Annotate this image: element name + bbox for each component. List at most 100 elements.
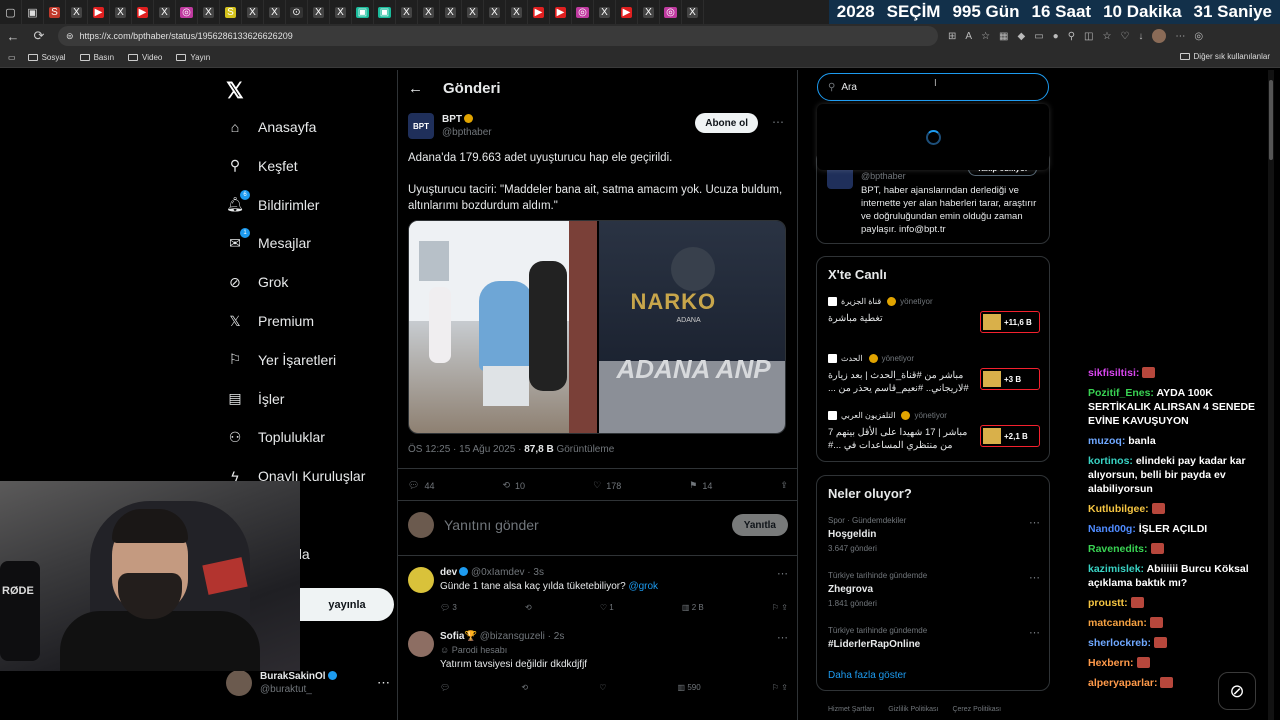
other-favorites[interactable]: Diğer sık kullanılanlar [1179, 52, 1270, 61]
chat-username[interactable]: sikfisiltisi: [1088, 367, 1139, 379]
read-aloud-icon[interactable]: A [965, 31, 972, 42]
copilot-icon[interactable]: ◎ [1194, 31, 1203, 42]
tab-list-icon[interactable]: ▣ [22, 0, 44, 24]
trend-item[interactable]: Spor · Gündemdekiler Hoşgeldin 3.647 gönde… [828, 516, 1040, 553]
downloads-icon[interactable]: ↓ [1138, 31, 1143, 42]
browser-tab[interactable]: X [264, 0, 286, 24]
bookmark-button[interactable]: ⚐ ⇪ [772, 603, 788, 612]
browser-tab[interactable]: S [44, 0, 66, 24]
browser-tab[interactable]: ▶ [616, 0, 638, 24]
sidebar-item-search[interactable]: ⚲ Keşfet [226, 157, 298, 175]
post-time[interactable]: ÖS 12:25 · 15 Ağu 2025 · [408, 444, 524, 455]
chat-username[interactable]: sherlockreb: [1088, 637, 1151, 649]
bookmark-button[interactable]: ⚑ 14 [689, 480, 712, 491]
reply-handle[interactable]: @bizansguzeli · 2s [480, 631, 565, 642]
views-button[interactable]: ▥ 2 B [682, 603, 704, 612]
browser-tab[interactable]: X [484, 0, 506, 24]
browser-tab[interactable]: X [308, 0, 330, 24]
chat-username[interactable]: Ravenedits: [1088, 543, 1148, 555]
url-field[interactable]: ⊜ https://x.com/bpthaber/status/19562861… [58, 26, 938, 46]
live-item[interactable]: قناة الجزيرة yönetiyor تغطية مباشرة +11,6 B [828, 297, 1040, 333]
reply-button[interactable]: 💬︎ 3 [440, 603, 457, 612]
chat-username[interactable]: Kutlubilgee: [1088, 503, 1149, 515]
sidebar-item-people[interactable]: ⚇ Topluluklar [226, 428, 325, 446]
extension-icon[interactable]: ● [1053, 31, 1059, 42]
more-icon[interactable]: ⋯ [1029, 626, 1040, 639]
share-button[interactable]: ⇪ [780, 480, 788, 491]
extension-icon[interactable]: ◆ [1017, 31, 1025, 42]
sidebar-item-bell[interactable]: 🔔︎ 6 Bildirimler [226, 189, 319, 214]
extension-icon[interactable]: ⚲ [1068, 31, 1075, 42]
live-item[interactable]: الحدث yönetiyor مباشر من #قناة_الحدث | بعد… [828, 354, 1040, 395]
star-icon[interactable]: ☆ [981, 31, 990, 42]
sidebar-item-bookmark[interactable]: ⚐ Yer İşaretleri [226, 351, 336, 369]
browser-tab[interactable]: X [198, 0, 220, 24]
sidebar-item-x[interactable]: 𝕏 Premium [226, 312, 314, 330]
browser-tab[interactable]: ▶ [550, 0, 572, 24]
footer-link[interactable]: Çerez Politikası [952, 706, 1001, 713]
reader-icon[interactable]: ⊞ [948, 31, 956, 42]
reply-item[interactable]: Sofia🏆 @bizansguzeli · 2s ☺ Parodi hesabı… [408, 631, 788, 692]
browser-tab[interactable]: ◎ [660, 0, 682, 24]
back-arrow-icon[interactable]: ← [408, 80, 423, 97]
live-item[interactable]: التلفزيون العربي yönetiyor مباشر | 17 شهيد… [828, 411, 1040, 452]
chat-username[interactable]: kazimislek: [1088, 563, 1144, 575]
browser-tab[interactable]: ▶ [88, 0, 110, 24]
reply-handle[interactable]: @0xIamdev · 3s [471, 567, 544, 578]
split-icon[interactable]: ◫ [1084, 31, 1093, 42]
footer-link[interactable]: Gizlilik Politikası [888, 706, 938, 713]
chat-username[interactable]: matcandan: [1088, 617, 1147, 629]
chat-username[interactable]: Hexbern: [1088, 657, 1134, 669]
back-arrow-icon[interactable]: ← [0, 29, 26, 44]
chat-username[interactable]: kortinos: [1088, 455, 1133, 467]
account-switcher[interactable]: BurakSakinOl @buraktut_ ⋯ [226, 670, 390, 696]
footer-link[interactable]: Hizmet Şartları [828, 706, 874, 713]
author-handle[interactable]: @bpthaber [442, 127, 492, 138]
browser-tab[interactable]: ◎ [176, 0, 198, 24]
browser-tab[interactable]: X [682, 0, 704, 24]
browser-tab[interactable]: X [110, 0, 132, 24]
sidebar-item-mail[interactable]: ✉ 1 Mesajlar [226, 228, 311, 252]
browser-tab[interactable]: ⊙ [286, 0, 308, 24]
chat-username[interactable]: alperyaparlar: [1088, 677, 1157, 689]
like-button[interactable]: ♡ 1 [600, 603, 614, 612]
grok-button[interactable]: ⊘ [1218, 672, 1256, 710]
browser-tab[interactable]: ◎ [572, 0, 594, 24]
browser-tab[interactable]: X [462, 0, 484, 24]
seized-drugs-photo[interactable]: NARKO ADANA ADANA ANP [596, 221, 785, 433]
browser-tab[interactable]: S [220, 0, 242, 24]
reply-button[interactable]: 💬︎ 44 [408, 480, 434, 491]
tab-actions-icon[interactable]: ▢ [0, 0, 22, 24]
menu-icon[interactable]: ⋯ [1175, 31, 1185, 42]
avatar[interactable] [408, 567, 434, 593]
live-listeners[interactable]: +2,1 B [980, 425, 1040, 447]
favorites-icon[interactable]: ☆ [1102, 31, 1111, 42]
live-listeners[interactable]: +11,6 B [980, 311, 1040, 333]
heart-icon[interactable]: ♡ [1120, 31, 1129, 42]
reload-icon[interactable]: ⟳ [26, 28, 52, 44]
extension-icon[interactable]: ▦ [999, 31, 1008, 42]
more-icon[interactable]: ⋯ [777, 567, 788, 580]
browser-tab[interactable]: X [506, 0, 528, 24]
more-icon[interactable]: ⋯ [1029, 571, 1040, 584]
more-icon[interactable]: ⋯ [772, 115, 784, 129]
avatar[interactable] [408, 631, 434, 657]
repost-button[interactable]: ⟲ [525, 603, 532, 612]
chat-username[interactable]: proustt: [1088, 597, 1128, 609]
reply-item[interactable]: dev @0xIamdev · 3s Günde 1 tane alsa kaç … [408, 567, 788, 625]
chat-username[interactable]: Nand00g: [1088, 523, 1136, 535]
profile-avatar[interactable] [1152, 29, 1167, 43]
repost-button[interactable]: ⟲ 10 [503, 480, 526, 491]
browser-tab[interactable]: ▣ [374, 0, 396, 24]
browser-tab[interactable]: ▶ [528, 0, 550, 24]
repost-button[interactable]: ⟲ [521, 683, 528, 692]
chat-username[interactable]: Pozitif_Enes: [1088, 387, 1154, 399]
browser-tab[interactable]: X [396, 0, 418, 24]
bookmark-folder[interactable]: Basın [79, 53, 114, 62]
post-media[interactable]: NARKO ADANA ADANA ANP [408, 220, 786, 434]
browser-tab[interactable]: X [594, 0, 616, 24]
bookmarks-icon[interactable]: ▭ [8, 53, 16, 62]
bookmark-folder[interactable]: Yayın [176, 53, 210, 62]
more-icon[interactable]: ⋯ [1029, 516, 1040, 529]
post-button[interactable]: yayınla [300, 588, 394, 621]
